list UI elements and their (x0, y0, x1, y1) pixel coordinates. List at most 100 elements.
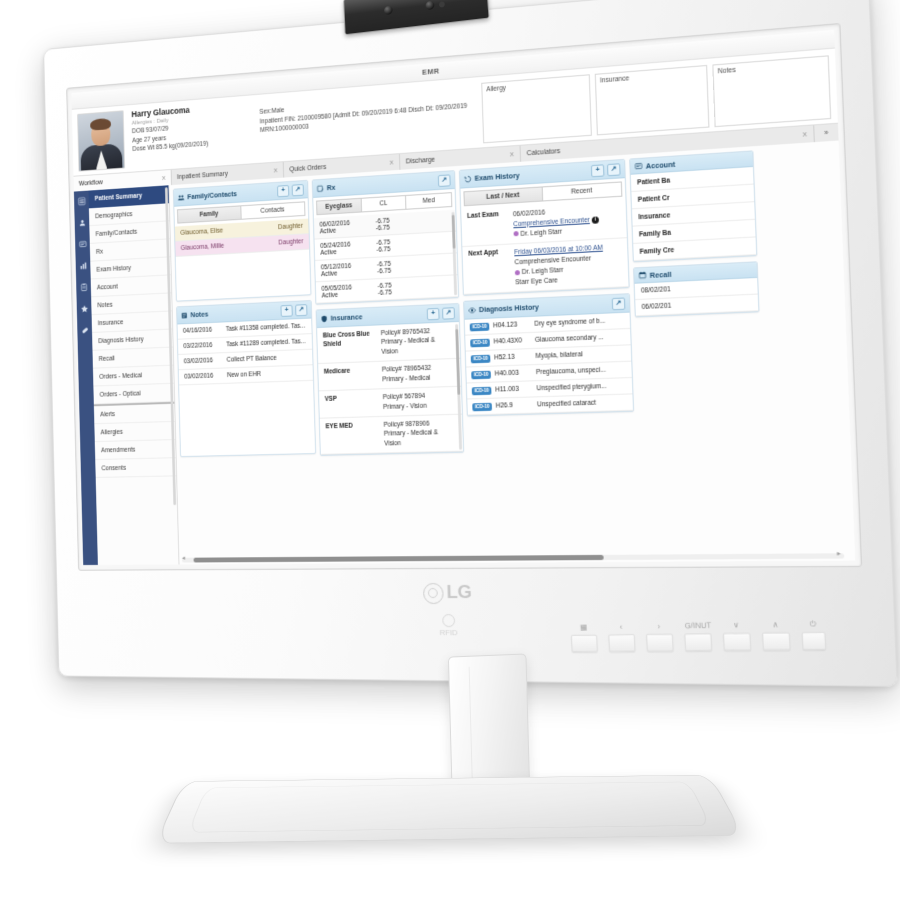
diagnosis-code: H40.003 (494, 369, 519, 378)
tab-discharge-close-icon[interactable]: X (510, 151, 514, 158)
monitor-body: EMR Harry Glaucoma Allergies : Daily DOB… (43, 0, 898, 687)
last-exam-encounter-link[interactable]: Comprehensive Encounter (513, 217, 590, 228)
chart-icon[interactable] (79, 261, 88, 271)
nav-item-allergies[interactable]: Allergies (94, 421, 176, 443)
workspace: Patient Summary Demographics Family/Cont… (73, 140, 856, 566)
scroll-right-icon[interactable]: ► (836, 551, 842, 557)
insurance-row[interactable]: VSP Policy# 567894 Primary - Vision (318, 386, 462, 419)
rx-expand-button[interactable]: ↗ (437, 173, 451, 187)
next-appt-row[interactable]: Next Appt Friday 06/03/2016 at 10:00 AM … (462, 238, 629, 296)
segment-contacts[interactable]: Contacts (240, 201, 306, 220)
account-icon (634, 162, 642, 171)
scroll-left-icon[interactable]: ◄ (181, 556, 186, 562)
monitor-stand-base (154, 774, 745, 844)
osd-prev-button[interactable]: ‹ (608, 622, 636, 652)
insurance-coverage: Primary - Medical (382, 374, 431, 384)
shield-icon (321, 315, 327, 322)
notes-expand-button[interactable]: ↗ (295, 303, 308, 316)
insurance-coverage: Primary - Medical & Vision (381, 337, 436, 356)
tab-inpatient-summary-close-icon[interactable]: X (274, 167, 278, 174)
last-exam-provider: Dr. Leigh Starr (520, 228, 563, 238)
clipboard-icon[interactable] (79, 282, 88, 292)
horizontal-scrollbar[interactable]: ◄ ► (181, 551, 845, 563)
diagnosis-code: H40.43X0 (493, 337, 523, 346)
notes-card: Notes + ↗ 04/16/2016 Task #11358 complet… (176, 300, 317, 458)
notes-add-button[interactable]: + (280, 304, 293, 317)
tab-quick-orders-label: Quick Orders (289, 163, 327, 173)
insurance-coverage: Primary - Vision (383, 402, 427, 411)
webcam-indicator-icon (438, 1, 445, 8)
insurance-coverage: Primary - Medical & Vision (383, 429, 439, 448)
person-icon[interactable] (78, 218, 87, 228)
rx-value-os: -6.75 (377, 288, 392, 297)
insurance-box[interactable]: Insurance (594, 64, 710, 136)
diagnosis-code: H52.13 (494, 353, 515, 362)
info-icon[interactable]: i (591, 215, 599, 224)
star-icon[interactable] (80, 304, 89, 314)
prescription-icon (317, 184, 325, 192)
tab-workflow-close-icon[interactable]: X (162, 175, 166, 182)
notes-box[interactable]: Notes (712, 55, 832, 128)
segment-family[interactable]: Family (177, 205, 242, 224)
hamburger-menu-icon[interactable] (77, 196, 86, 206)
diagnosis-history-title: Diagnosis History (478, 302, 540, 315)
next-appt-location: Starr Eye Care (515, 276, 558, 286)
people-icon (178, 194, 185, 200)
diagnosis-history-expand-button[interactable]: ↗ (611, 297, 626, 311)
insurance-row[interactable]: EYE MED Policy# 9878906 Primary - Medical… (319, 414, 464, 456)
exam-history-add-button[interactable]: + (590, 163, 605, 177)
osd-power-button[interactable]: ⏻ (801, 619, 827, 651)
osd-input-button[interactable]: G/INUT (684, 621, 713, 652)
family-contacts-title: Family/Contacts (187, 189, 238, 202)
insurance-row[interactable]: Blue Cross Blue Shield Policy# 89765432 P… (317, 321, 461, 365)
insurance-plan-detail: Policy# 89765432 Primary - Medical & Visi… (381, 326, 454, 357)
exam-history-expand-button[interactable]: ↗ (606, 162, 621, 176)
rfid-icon (441, 613, 455, 627)
tab-overflow-button[interactable]: » (814, 123, 839, 143)
diagnosis-description: Unspecified pterygium... (536, 383, 607, 393)
provider-dot-icon (514, 269, 520, 275)
family-contacts-expand-button[interactable]: ↗ (291, 183, 304, 196)
osd-button-row: ▦ ‹ › G/INUT ∨ ∧ ⏻ (570, 619, 827, 653)
insurance-add-button[interactable]: + (426, 307, 440, 320)
webcam-sensor-icon (425, 0, 435, 11)
icd10-badge: ICD-10 (470, 354, 491, 364)
card-column-3: Exam History + ↗ Last / Next Recent Last… (458, 158, 635, 417)
next-appt-value: Friday 06/03/2016 at 10:00 AM Comprehens… (514, 243, 622, 288)
segment-recent[interactable]: Recent (542, 181, 623, 202)
webcam-lens-icon (383, 5, 393, 16)
allergy-box[interactable]: Allergy (481, 74, 592, 144)
insurance-expand-button[interactable]: ↗ (442, 306, 455, 320)
nav-item-alerts[interactable]: Alerts (93, 401, 175, 425)
diagnosis-code: H11.003 (495, 386, 520, 394)
segment-med[interactable]: Med (406, 192, 453, 210)
family-contacts-card: Family/Contacts + ↗ Family Contacts Glau… (172, 179, 312, 302)
card-grid: Family/Contacts + ↗ Family Contacts Glau… (172, 145, 851, 460)
osd-next-button[interactable]: › (645, 621, 674, 652)
segment-eyeglass[interactable]: Eyeglass (316, 197, 362, 216)
account-body: Patient Ba Patient Cr Insurance Family B… (630, 166, 757, 262)
insurance-plan-detail: Policy# 9878906 Primary - Medical & Visio… (384, 419, 458, 449)
note-text: Task #11358 completed. Tas... (225, 322, 306, 333)
stand-base-lip (187, 781, 712, 833)
recall-card: Recall 08/02/201 06/02/201 (633, 261, 760, 318)
pill-icon[interactable] (80, 326, 89, 336)
message-icon[interactable] (78, 239, 87, 249)
family-member-relation: Daughter (278, 238, 304, 247)
rx-status: Active (320, 269, 338, 278)
segment-last-next[interactable]: Last / Next (463, 186, 543, 207)
osd-up-button[interactable]: ∧ (761, 620, 791, 651)
card-column-1: Family/Contacts + ↗ Family Contacts Glau… (172, 179, 317, 458)
osd-down-button[interactable]: ∨ (722, 620, 752, 651)
tab-quick-orders-close-icon[interactable]: X (390, 159, 394, 166)
segment-cl[interactable]: CL (361, 194, 407, 213)
insurance-plan-detail: Policy# 78965432 Primary - Medical (382, 363, 455, 384)
nav-item-amendments[interactable]: Amendments (94, 440, 176, 461)
rfid-label: RFID (439, 627, 458, 638)
rx-status: Active (320, 248, 337, 257)
osd-menu-button[interactable]: ▦ (570, 622, 598, 653)
nav-item-consents[interactable]: Consents (95, 458, 177, 478)
insurance-card: Insurance + ↗ Blue Cross Blue Shield Pol… (315, 303, 465, 457)
family-contacts-add-button[interactable]: + (277, 184, 290, 197)
tab-calculators-close-icon[interactable]: X (802, 131, 807, 139)
